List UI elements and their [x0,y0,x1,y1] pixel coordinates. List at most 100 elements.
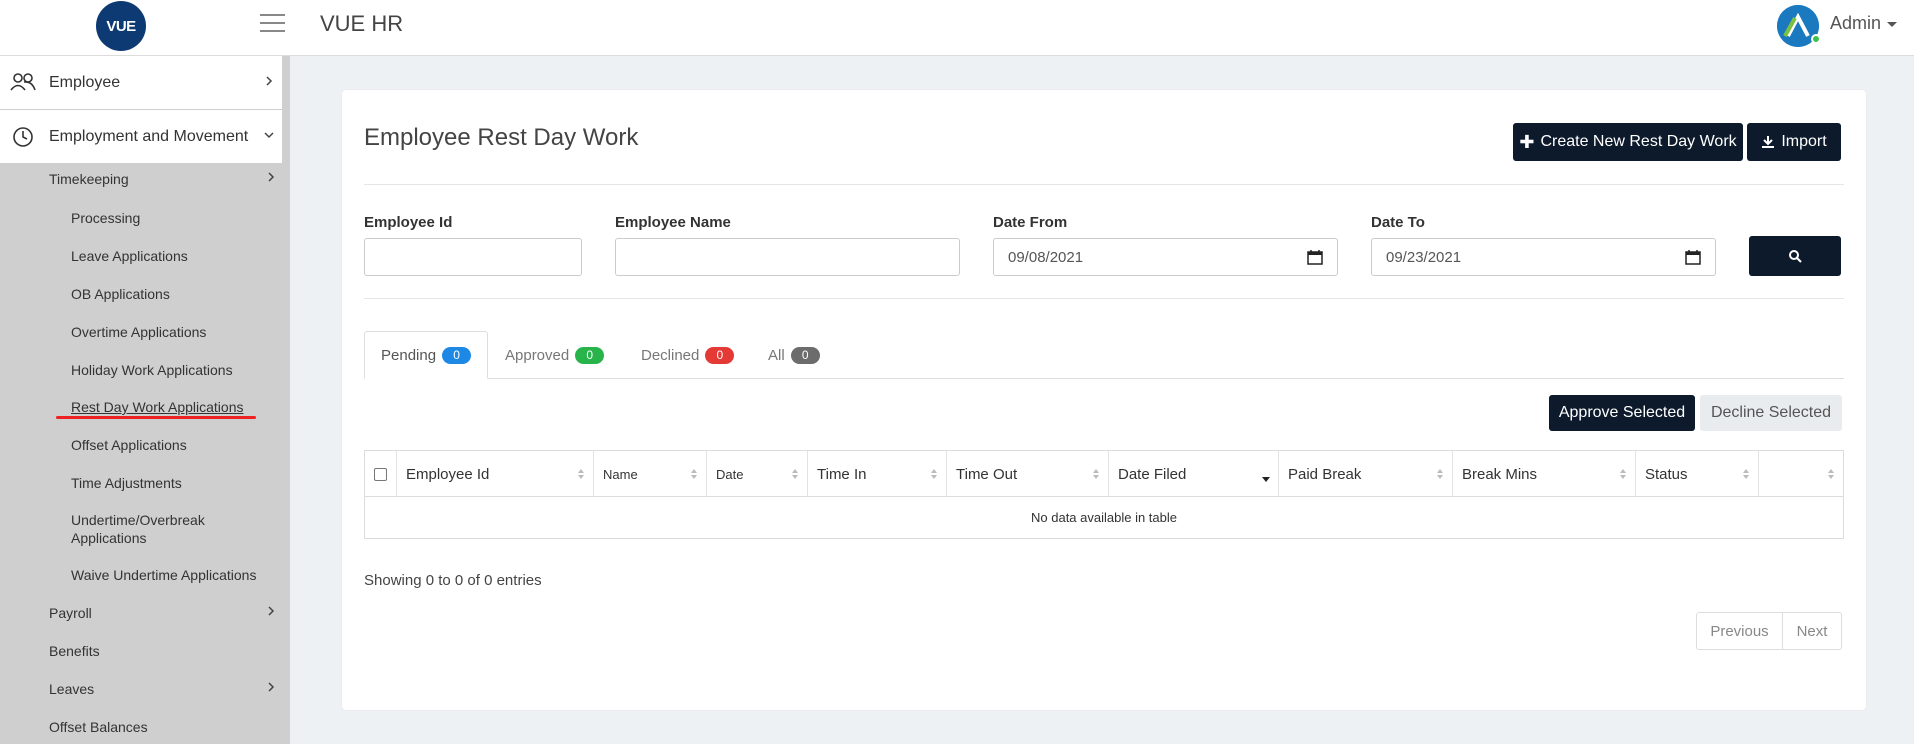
hamburger-menu-icon[interactable] [260,14,285,34]
previous-page-button[interactable]: Previous [1697,613,1783,649]
sort-desc-icon [1262,477,1270,482]
date-to-label: Date To [1371,214,1425,231]
user-name: Admin [1830,13,1882,33]
sort-icon [1093,469,1099,479]
table-info: Showing 0 to 0 of 0 entries [364,572,542,589]
app-title: VUE HR [320,11,404,36]
column-header-break-mins[interactable]: Break Mins [1453,451,1636,497]
count-badge: 0 [575,346,605,364]
count-badge: 0 [442,346,472,364]
calendar-icon[interactable] [1307,249,1323,265]
next-page-button[interactable]: Next [1783,613,1841,649]
column-label: Status [1645,465,1688,483]
sort-icon [1743,469,1749,479]
top-bar: VUE VUE HR Admin [0,0,1914,56]
tab-all[interactable]: All 0 [768,331,820,379]
date-to-input[interactable]: 09/23/2021 [1371,238,1716,276]
empty-table-message: No data available in table [1031,510,1177,525]
date-from-value: 09/08/2021 [1008,248,1084,266]
tab-label: Pending [381,346,437,364]
sidebar-item-offset-applications[interactable]: Offset Applications [71,436,187,454]
sidebar-item-employment-movement[interactable]: Employment and Movement [0,110,282,163]
employee-id-label: Employee Id [364,214,453,231]
approve-selected-button[interactable]: Approve Selected [1549,395,1695,431]
online-status-dot [1811,34,1821,44]
column-label: Name [603,466,638,482]
column-header-time-out[interactable]: Time Out [947,451,1109,497]
caret-down-icon [1887,21,1898,27]
app-logo[interactable]: VUE [96,1,146,51]
select-all-header [365,451,397,497]
users-icon [10,73,36,91]
sidebar-item-rest-day-work-applications[interactable]: Rest Day Work Applications [71,398,243,416]
sort-icon [578,469,584,479]
tab-pending[interactable]: Pending 0 [364,331,489,379]
tab-approved[interactable]: Approved 0 [505,331,605,379]
applications-table: Employee Id Name Date Time In Time Out D… [364,450,1844,539]
tab-label: All [768,346,785,364]
sidebar-item-ob-applications[interactable]: OB Applications [71,285,170,303]
sidebar-item-label: Employment and Movement [49,127,249,145]
sidebar-item-processing[interactable]: Processing [71,209,140,227]
divider [364,298,1844,299]
select-all-checkbox[interactable] [374,467,387,481]
sidebar-item-leave-applications[interactable]: Leave Applications [71,247,188,265]
sort-icon [1620,469,1626,479]
column-header-status[interactable]: Status [1636,451,1759,497]
sidebar-item-leaves[interactable]: Leaves [49,681,94,697]
column-label: Break Mins [1462,465,1538,483]
tab-label: Declined [641,346,700,364]
active-highlight-underline [56,416,256,419]
count-badge: 0 [790,346,820,364]
sidebar-item-payroll[interactable]: Payroll [49,605,92,621]
sidebar-item-undertime-overbreak-applications[interactable]: Undertime/Overbreak Applications [71,511,241,547]
employee-id-input[interactable] [364,238,582,276]
sidebar-item-overtime-applications[interactable]: Overtime Applications [71,323,206,341]
sidebar-item-timekeeping[interactable]: Timekeeping [49,171,129,187]
create-rest-day-work-button[interactable]: ✚ Create New Rest Day Work [1513,123,1743,161]
sidebar-item-time-adjustments[interactable]: Time Adjustments [71,474,182,492]
column-header-date-filed[interactable]: Date Filed [1109,451,1279,497]
column-header-name[interactable]: Name [594,451,707,497]
column-header-actions[interactable] [1759,451,1843,497]
column-header-time-in[interactable]: Time In [808,451,947,497]
search-icon [1789,250,1802,263]
user-menu[interactable]: Admin [1830,13,1898,34]
sidebar-item-offset-balances[interactable]: Offset Balances [49,719,148,735]
chevron-right-icon [268,606,275,616]
sort-icon [691,469,697,479]
sidebar-item-holiday-work-applications[interactable]: Holiday Work Applications [71,361,233,379]
clock-icon [13,127,33,147]
divider [364,184,1844,185]
tab-declined[interactable]: Declined 0 [641,331,735,379]
column-label: Time In [817,465,867,483]
column-header-employee-id[interactable]: Employee Id [397,451,594,497]
sidebar: Employee Employment and Movement Timekee… [0,56,290,744]
date-from-input[interactable]: 09/08/2021 [993,238,1338,276]
pagination: Previous Next [1696,612,1842,650]
search-button[interactable] [1749,236,1841,276]
sidebar-item-waive-undertime-applications[interactable]: Waive Undertime Applications [71,566,256,584]
sidebar-item-employee[interactable]: Employee [0,56,282,109]
column-header-date[interactable]: Date [707,451,808,497]
column-header-paid-break[interactable]: Paid Break [1279,451,1453,497]
page-title: Employee Rest Day Work [364,124,639,151]
decline-selected-button[interactable]: Decline Selected [1700,395,1842,431]
column-label: Date Filed [1118,465,1187,483]
date-from-label: Date From [993,214,1068,231]
import-button[interactable]: Import [1747,123,1841,161]
main-card: Employee Rest Day Work ✚ Create New Rest… [342,90,1866,710]
date-to-value: 09/23/2021 [1386,248,1462,266]
import-button-label: Import [1781,133,1827,150]
chevron-down-icon [264,132,274,139]
calendar-icon[interactable] [1685,249,1701,265]
status-tabs: Pending 0 Approved 0 Declined 0 All 0 [364,331,1844,379]
sort-icon [1828,469,1834,479]
table-header: Employee Id Name Date Time In Time Out D… [365,451,1843,497]
chevron-right-icon [266,76,273,86]
employee-name-input[interactable] [615,238,960,276]
column-label: Time Out [956,465,1018,483]
column-label: Employee Id [406,465,490,483]
sidebar-item-benefits[interactable]: Benefits [49,643,100,659]
chevron-right-icon [268,172,275,182]
